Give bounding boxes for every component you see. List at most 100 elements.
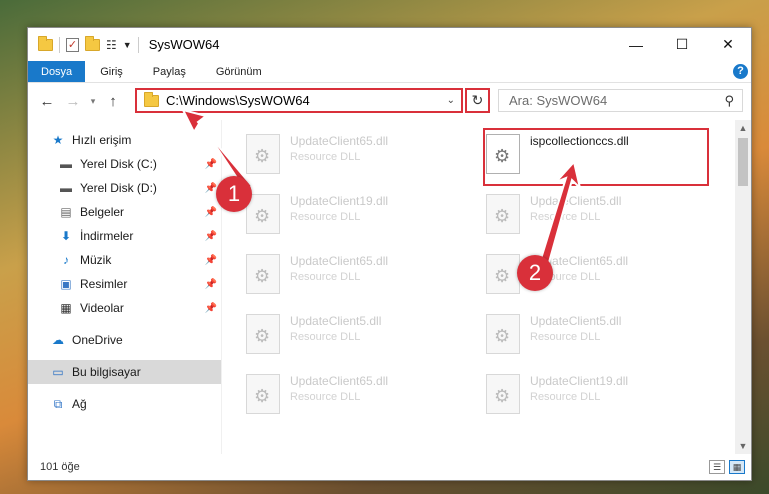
toolbar-dropdown-icon[interactable]: ▼ [123, 40, 132, 50]
file-name: UpdateClient5.dll [530, 314, 622, 328]
address-bar[interactable]: C:\Windows\SysWOW64 ⌄ [135, 88, 463, 113]
file-item-selected[interactable]: ⚙ ispcollectionccs.dll [486, 128, 716, 184]
new-folder-icon[interactable] [85, 35, 100, 51]
address-path[interactable]: C:\Windows\SysWOW64 [166, 93, 447, 108]
tab-dosya[interactable]: Dosya [28, 61, 86, 82]
scroll-thumb[interactable] [738, 138, 748, 186]
pin-icon[interactable]: 📌 [205, 207, 217, 218]
sidebar-item-disk-d[interactable]: ▬ Yerel Disk (D:) 📌 [28, 176, 221, 200]
search-box[interactable]: Ara: SysWOW64 ⚲ [498, 89, 743, 112]
close-button[interactable]: ✕ [705, 28, 751, 61]
file-type: Resource DLL [290, 331, 361, 343]
toolbar-divider [59, 36, 60, 53]
scroll-up-icon[interactable]: ▲ [735, 120, 751, 136]
vertical-scrollbar[interactable]: ▲ ▼ [735, 120, 751, 454]
sidebar-item-this-pc[interactable]: ▭ Bu bilgisayar [28, 360, 221, 384]
file-name: UpdateClient19.dll [530, 374, 629, 388]
gear-icon: ⚙ [254, 386, 271, 406]
up-button[interactable]: ↑ [100, 93, 126, 110]
sidebar-item-label: Bu bilgisayar [72, 365, 141, 379]
drive-icon: ▬ [60, 181, 72, 195]
downloads-icon: ⬇ [60, 229, 72, 243]
properties-check-icon[interactable]: ✓ [66, 37, 79, 52]
minimize-button[interactable]: — [613, 28, 659, 61]
pin-icon[interactable]: 📌 [205, 279, 217, 290]
navigation-bar: ← → ▾ ↑ C:\Windows\SysWOW64 ⌄ ↻ Ara: Sys… [28, 83, 751, 119]
file-item[interactable]: ⚙ UpdateClient19.dll Resource DLL [246, 188, 476, 244]
dll-file-icon: ⚙ [486, 194, 520, 234]
tab-giris[interactable]: Giriş [85, 61, 138, 82]
file-item[interactable]: ⚙ UpdateClient65.dll Resource DLL [246, 368, 476, 424]
quick-access-toolbar: ✓ ☷ ▼ [28, 35, 139, 53]
scroll-down-icon[interactable]: ▼ [735, 438, 751, 454]
gear-icon: ⚙ [254, 206, 271, 226]
recent-locations-icon[interactable]: ▾ [86, 96, 100, 107]
file-name: ispcollectionccs.dll [530, 134, 629, 148]
drive-icon: ▬ [60, 157, 72, 171]
gear-icon: ⚙ [254, 146, 271, 166]
videos-icon: ▦ [60, 301, 72, 315]
sidebar-item-videos[interactable]: ▦ Videolar 📌 [28, 296, 221, 320]
dll-file-icon: ⚙ [246, 134, 280, 174]
status-bar: 101 öğe ☰ ▦ [28, 454, 751, 480]
sidebar-item-label: Ağ [72, 397, 87, 411]
file-item[interactable]: ⚙ UpdateClient5.dll Resource DLL [246, 308, 476, 364]
sidebar-item-music[interactable]: ♪ Müzik 📌 [28, 248, 221, 272]
sidebar-item-label: Belgeler [80, 205, 125, 219]
pin-icon[interactable]: 📌 [205, 159, 217, 170]
file-type: Resource DLL [530, 211, 601, 223]
sidebar-item-pictures[interactable]: ▣ Resimler 📌 [28, 272, 221, 296]
tab-gorunum[interactable]: Görünüm [201, 61, 277, 82]
pin-icon[interactable]: 📌 [205, 303, 217, 314]
sidebar-item-documents[interactable]: ▤ Belgeler 📌 [28, 200, 221, 224]
dll-file-icon: ⚙ [246, 374, 280, 414]
tab-paylas[interactable]: Paylaş [138, 61, 201, 82]
file-type: Resource DLL [530, 331, 601, 343]
sidebar-item-disk-c[interactable]: ▬ Yerel Disk (C:) 📌 [28, 152, 221, 176]
details-view-icon[interactable]: ☰ [709, 460, 725, 474]
network-icon: ⧉ [53, 396, 63, 411]
file-name: UpdateClient5.dll [530, 194, 622, 208]
file-item[interactable]: ⚙ UpdateClient5.dll Resource DLL [486, 308, 716, 364]
chevron-down-icon[interactable]: ⌄ [447, 95, 461, 106]
ribbon-tabs: Dosya Giriş Paylaş Görünüm ? [28, 61, 751, 83]
file-item[interactable]: ⚙ UpdateClient65.dll Resource DLL [246, 248, 476, 304]
pictures-icon: ▣ [60, 277, 72, 291]
search-input[interactable]: Ara: SysWOW64 [509, 93, 724, 108]
sidebar-item-label: Yerel Disk (D:) [80, 181, 157, 195]
computer-icon: ▭ [52, 365, 64, 379]
sidebar-item-onedrive[interactable]: ☁ OneDrive [28, 328, 221, 352]
sidebar-item-quick-access[interactable]: ★ Hızlı erişim [28, 128, 221, 152]
gear-icon: ⚙ [494, 326, 511, 346]
pin-icon[interactable]: 📌 [205, 255, 217, 266]
refresh-button[interactable]: ↻ [465, 88, 490, 113]
help-icon[interactable]: ? [733, 64, 748, 79]
item-count: 101 öğe [40, 461, 80, 473]
file-type: Resource DLL [290, 151, 361, 163]
sidebar-item-network[interactable]: ⧉ Ağ [28, 392, 221, 416]
dll-file-icon: ⚙ [486, 254, 520, 294]
file-item[interactable]: ⚙ UpdateClient65.dll Resource DLL [246, 128, 476, 184]
sidebar-item-downloads[interactable]: ⬇ İndirmeler 📌 [28, 224, 221, 248]
search-icon[interactable]: ⚲ [724, 93, 742, 109]
explorer-window: ✓ ☷ ▼ SysWOW64 — ☐ ✕ Dosya Giriş Paylaş … [27, 27, 752, 481]
star-icon: ★ [52, 133, 64, 147]
file-list: ⚙ UpdateClient65.dll Resource DLL ⚙ ispco… [222, 120, 751, 454]
file-name: UpdateClient65.dll [290, 254, 389, 268]
large-icons-view-icon[interactable]: ▦ [729, 460, 745, 474]
forward-button[interactable]: → [60, 93, 86, 110]
gear-icon: ⚙ [494, 266, 511, 286]
navigation-pane: ★ Hızlı erişim ▬ Yerel Disk (C:) 📌 ▬ Yer… [28, 120, 222, 454]
file-item[interactable]: ⚙ UpdateClient5.dll Resource DLL [486, 188, 716, 244]
sidebar-item-label: Müzik [80, 253, 112, 267]
pin-icon[interactable]: 📌 [205, 231, 217, 242]
back-button[interactable]: ← [34, 93, 60, 110]
file-type: Resource DLL [530, 391, 601, 403]
maximize-button[interactable]: ☐ [659, 28, 705, 61]
dll-file-icon: ⚙ [486, 314, 520, 354]
file-name: UpdateClient65.dll [290, 134, 389, 148]
folder-icon [144, 91, 159, 107]
customize-toolbar-icon[interactable]: ☷ [106, 38, 117, 52]
sidebar-item-label: İndirmeler [80, 229, 134, 243]
file-item[interactable]: ⚙ UpdateClient19.dll Resource DLL [486, 368, 716, 424]
